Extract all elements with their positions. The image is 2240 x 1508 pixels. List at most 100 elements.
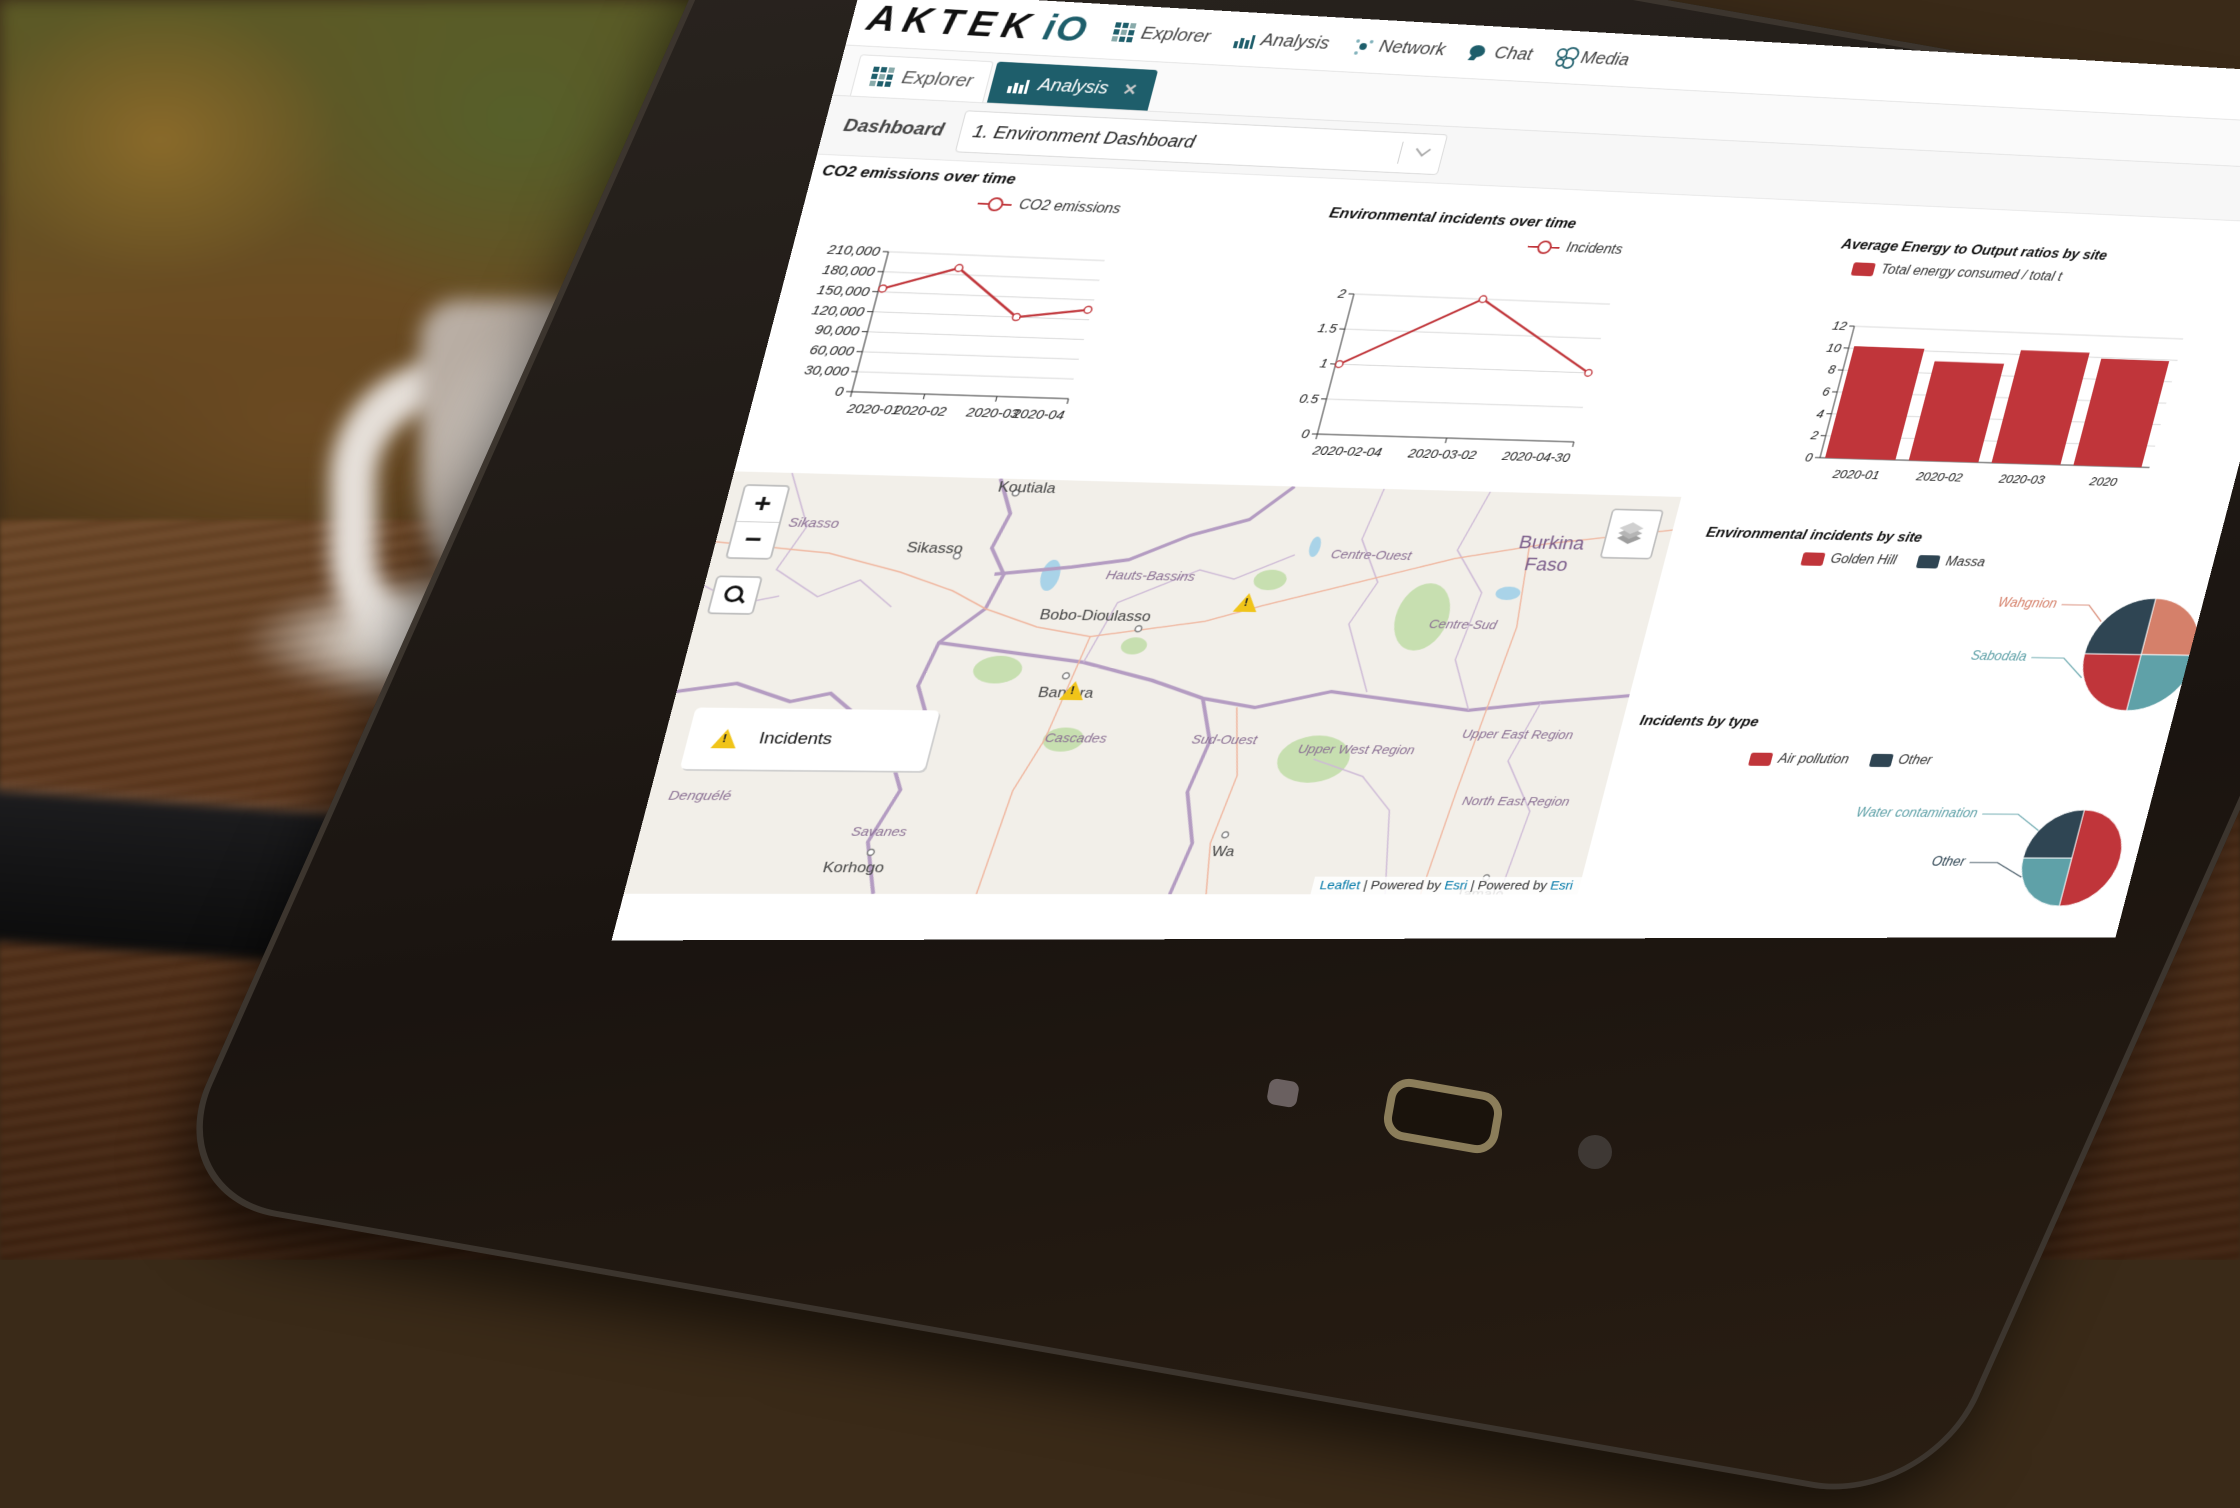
gridline [1336, 364, 1592, 373]
legend-line-marker [1528, 246, 1560, 249]
media-icon [1553, 47, 1577, 67]
incidents-by-type-pie: Water contaminationOther [1589, 765, 2159, 914]
tab-label: Explorer [899, 68, 975, 92]
x-tick [1445, 438, 1446, 443]
zoom-out-button[interactable]: − [727, 521, 779, 558]
nav-explorer[interactable]: Explorer [1111, 22, 1213, 47]
nav-chat[interactable]: Chat [1466, 42, 1535, 65]
y-tick-label: 60,000 [808, 342, 856, 359]
pie-label: Water contamination [1855, 805, 1980, 820]
y-tick-label: 6 [1821, 384, 1832, 398]
y-tick-label: 12 [1831, 318, 1849, 333]
incidents-by-site-widget: Environmental incidents by site Golden H… [1659, 524, 2220, 721]
y-tick-label: 0 [833, 383, 845, 398]
incident-map[interactable]: KoutialaSikassoSikassoBobo-DioulassoHaut… [624, 471, 1682, 894]
park-area [1251, 569, 1289, 590]
chart-title: Environmental incidents over time [1327, 205, 1820, 244]
x-tick [923, 394, 924, 399]
x-tick-label: 2020-01 [1831, 466, 1882, 481]
legend-line-marker [977, 203, 1011, 206]
zoom-in-button[interactable]: + [737, 486, 789, 522]
dashboard-widgets: CO2 emissions over time CO2 emissions 03… [619, 155, 2240, 912]
map-legend-label: Incidents [757, 729, 835, 749]
gridline [868, 332, 1084, 340]
nav-label: Network [1377, 37, 1448, 60]
co2-chart-widget: CO2 emissions over time CO2 emissions 03… [747, 162, 1310, 474]
x-tick [1316, 434, 1317, 439]
dashboard-label: Dashboard [841, 115, 946, 140]
tablet-sensor [1266, 1078, 1300, 1109]
water-body [1037, 560, 1064, 591]
co2-line-chart: 0 30,000 60,000 90,000 120,000 150,000 180,000… [749, 204, 1299, 464]
map-place-label: Burkina Faso [1504, 531, 1594, 576]
app-logo[interactable]: AKTEK iO [863, 0, 1093, 50]
chart-title: Environmental incidents by site [1704, 524, 2220, 553]
grid-icon [1111, 22, 1136, 42]
nav-network[interactable]: Network [1350, 35, 1448, 60]
pie-label-leader [2057, 605, 2105, 622]
warning-icon [1059, 681, 1088, 700]
admin-boundary [1322, 489, 1419, 692]
incidents-by-type-widget: Incidents by type Air pollution Other Wa… [1590, 713, 2172, 912]
map-attribution: Leaflet | Powered by Esri | Powered by E… [1310, 877, 1581, 895]
x-tick-label: 2020-02-04 [1310, 443, 1384, 460]
legend-swatch [1916, 555, 1941, 569]
pie-label-leader [2026, 658, 2086, 678]
select-divider [1397, 142, 1404, 164]
dashboard-selected-value: 1. Environment Dashboard [970, 122, 1197, 153]
incidents-chart-widget: Environmental incidents over time Incide… [1258, 205, 1820, 499]
logo-suffix: iO [1039, 8, 1092, 49]
attribution-text: | Powered by [1358, 878, 1446, 892]
map-place-label: Wa [1210, 843, 1237, 860]
leaflet-link[interactable]: Leaflet [1318, 878, 1362, 892]
energy-bar-chart-widget: Average Energy to Output ratios by site … [1773, 236, 2240, 520]
y-tick-label: 1.5 [1316, 320, 1339, 335]
nav-analysis[interactable]: Analysis [1231, 29, 1331, 54]
gridline [878, 292, 1094, 300]
map-place-label: Sud-Ouest [1190, 732, 1259, 747]
x-tick-label: 2020-03-02 [1406, 445, 1479, 461]
incidents-line-chart: 00.511.522020-02-042020-03-022020-04-30 [1261, 245, 1810, 488]
legend-swatch [1748, 753, 1773, 766]
tab-explorer[interactable]: Explorer [850, 54, 994, 102]
data-point [1083, 306, 1092, 313]
x-tick [850, 392, 851, 397]
map-place-label: Korhogo [821, 859, 886, 877]
y-tick-label: 150,000 [816, 282, 872, 299]
tab-analysis[interactable]: Analysis ✕ [987, 62, 1158, 111]
map-place-label: Cascades [1043, 731, 1108, 746]
x-tick-label: 2020-02 [891, 402, 948, 419]
legend-label[interactable]: Air pollution [1776, 752, 1850, 767]
gridline [862, 352, 1078, 360]
y-tick-label: 30,000 [803, 362, 851, 378]
nav-media[interactable]: Media [1552, 47, 1631, 70]
city-dot [1134, 626, 1142, 632]
x-tick-label: 2020-02 [1914, 469, 1964, 484]
pie-label-leader [1978, 814, 2043, 830]
legend-label[interactable]: Other [1897, 753, 1934, 768]
y-tick-label: 120,000 [810, 302, 866, 319]
search-icon [722, 585, 745, 602]
map-place-label: Centre-Ouest [1329, 547, 1413, 563]
city-dot [1062, 673, 1070, 679]
close-icon[interactable]: ✕ [1121, 80, 1140, 99]
x-tick [1573, 442, 1574, 447]
esri-link[interactable]: Esri [1549, 879, 1575, 893]
gridline [1326, 399, 1582, 407]
y-tick-label: 180,000 [821, 262, 877, 279]
legend-swatch [1868, 754, 1893, 767]
y-tick-label: 1 [1318, 356, 1329, 371]
map-place-label: Bobo-Dioulasso [1038, 606, 1153, 625]
bar [2073, 359, 2169, 468]
gridline [888, 252, 1104, 261]
legend-label[interactable]: Massa [1944, 555, 1987, 571]
chevron-down-icon[interactable] [1416, 142, 1431, 156]
legend-label[interactable]: Golden Hill [1829, 552, 1898, 568]
map-place-label: Savanes [850, 824, 909, 839]
y-tick-label: 90,000 [813, 322, 861, 339]
map-place-label: Hauts-Bassins [1104, 568, 1196, 584]
water-body [1494, 586, 1522, 600]
y-tick-label: 10 [1825, 340, 1843, 355]
x-tick [1067, 399, 1068, 404]
incidents-by-site-pie: WahgnionSabodala [1659, 564, 2210, 719]
